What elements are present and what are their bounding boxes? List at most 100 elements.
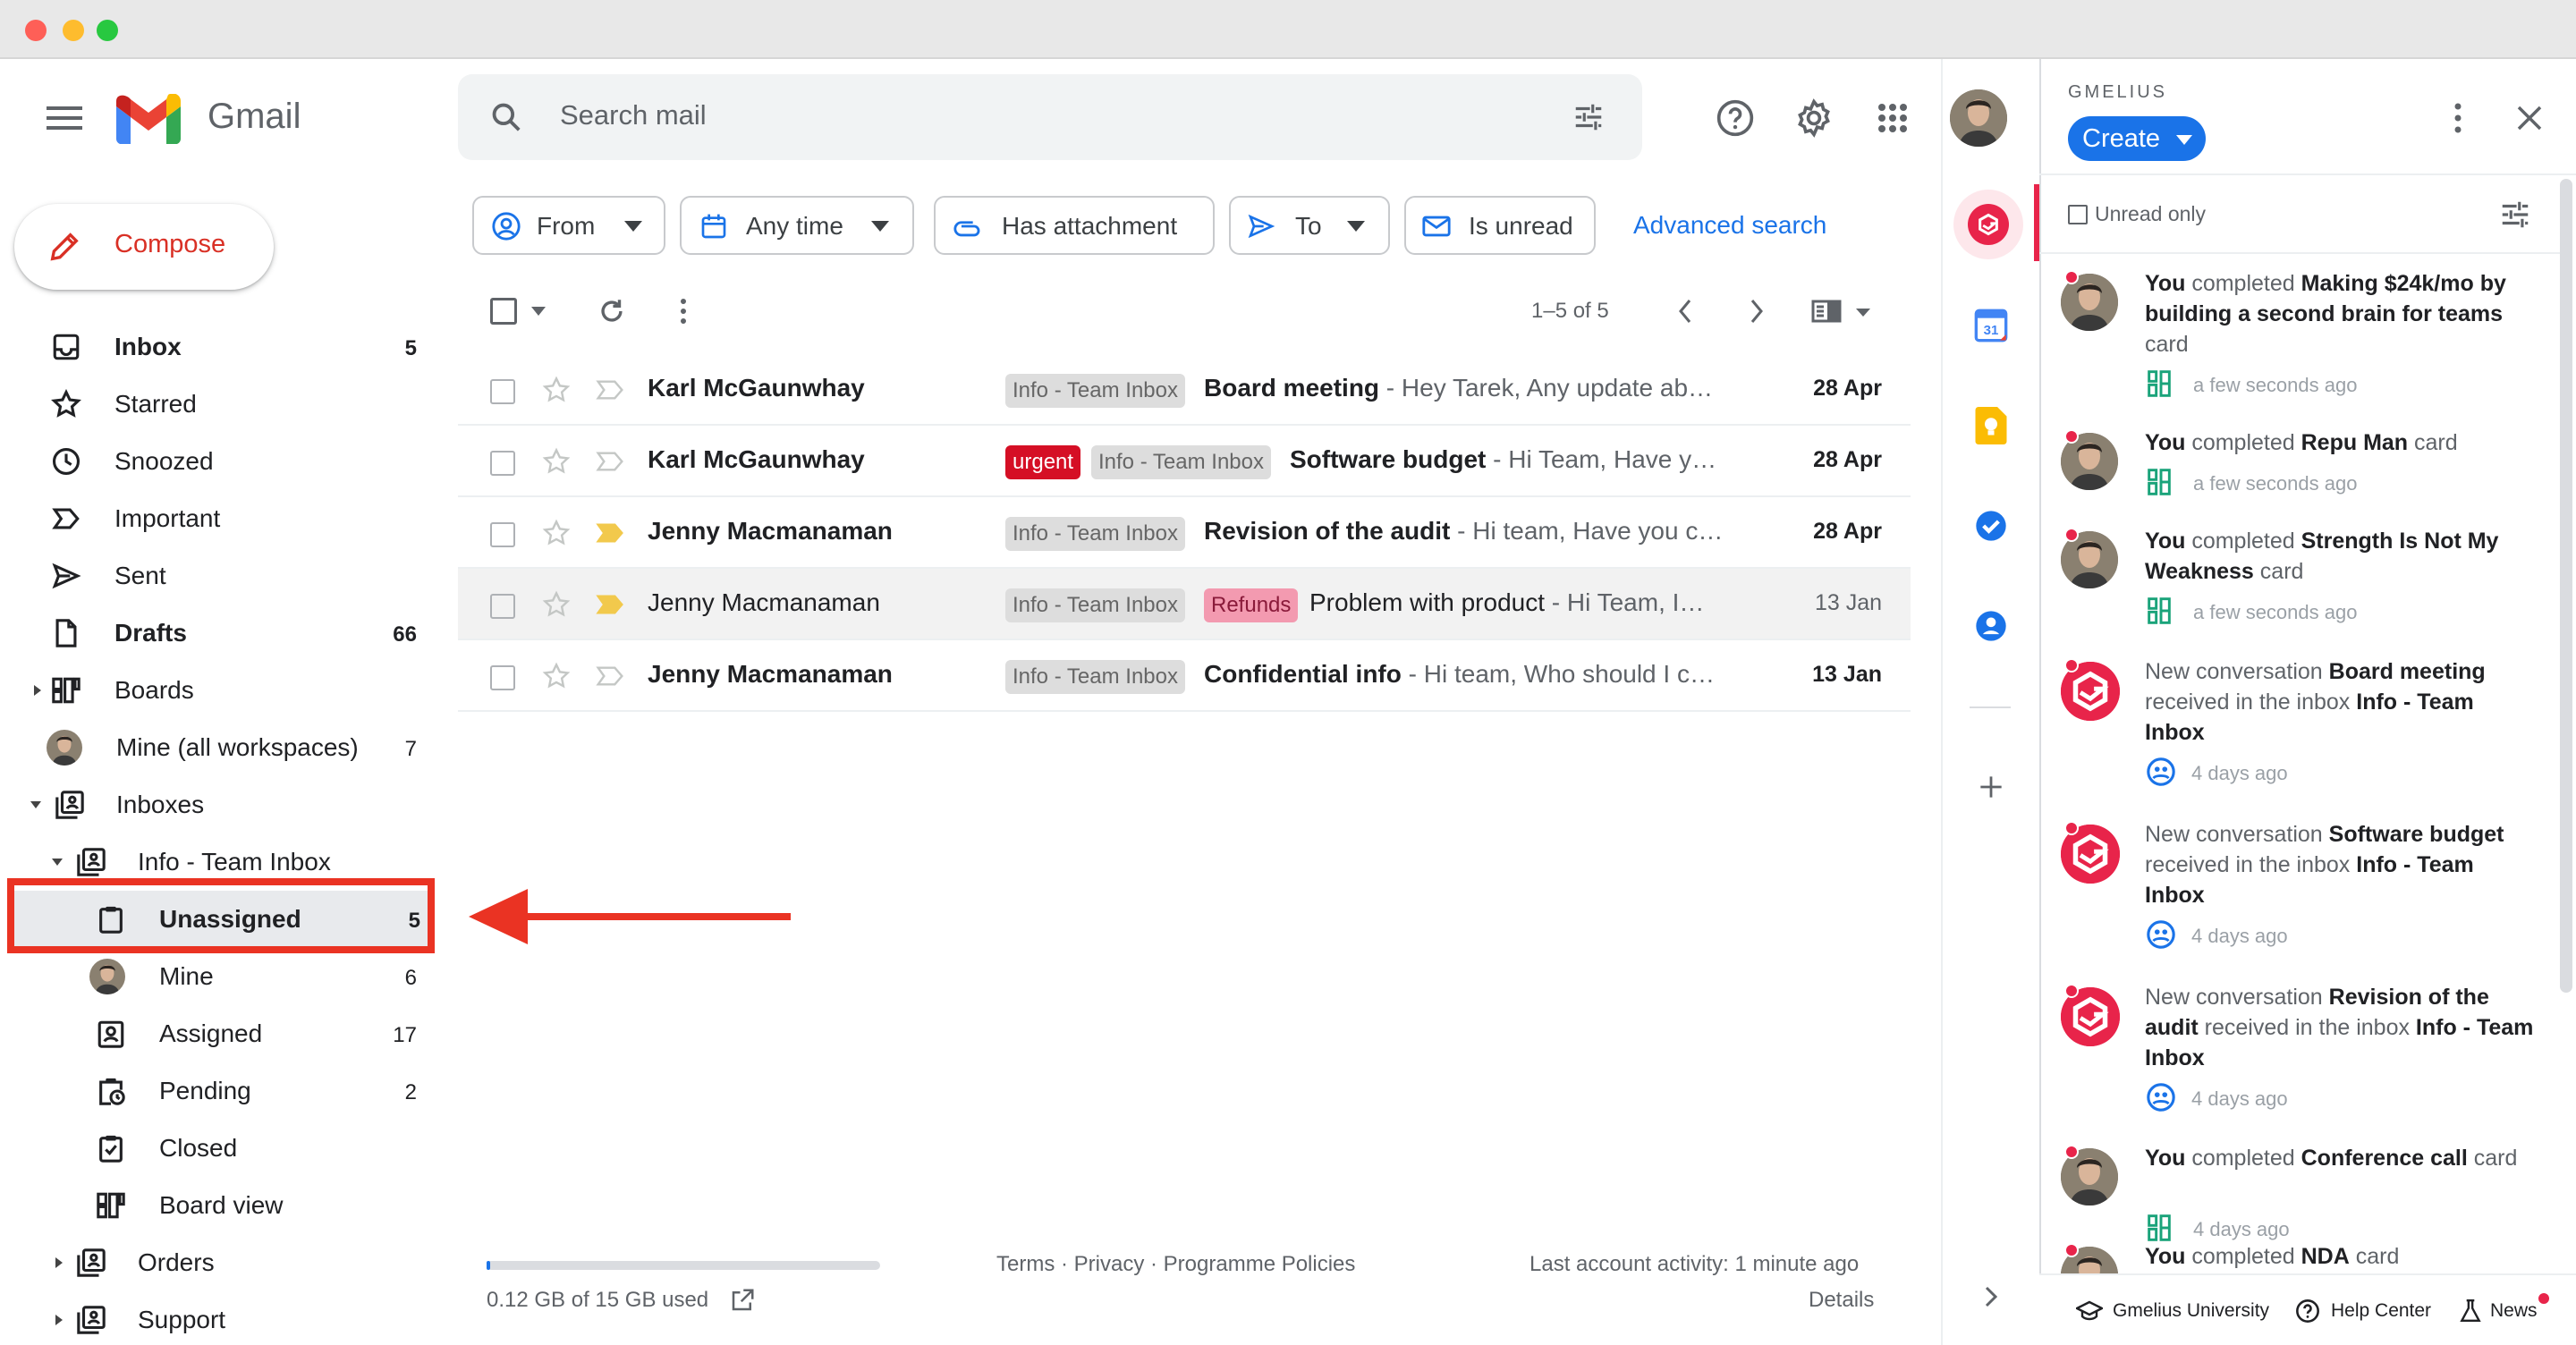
nav-item-assigned[interactable]: Assigned 17 [0, 1005, 438, 1062]
nav-item-pending[interactable]: Pending 2 [0, 1062, 438, 1120]
nav-item-inboxes[interactable]: Inboxes [0, 776, 438, 833]
email-label-chip[interactable]: Info - Team Inbox [1005, 588, 1185, 622]
google-calendar-icon[interactable]: 31 [1971, 306, 2011, 345]
refresh-icon[interactable] [594, 293, 630, 329]
email-row[interactable]: Jenny Macmanaman Info - Team Inbox Confide… [458, 640, 1911, 712]
email-label-chip[interactable]: Refunds [1204, 588, 1299, 622]
nav-item-drafts[interactable]: Drafts 66 [0, 605, 438, 662]
minimize-window-button[interactable] [63, 20, 84, 41]
search-options-icon[interactable] [1571, 99, 1606, 135]
search-input[interactable]: Search mail [560, 99, 707, 131]
expand-arrow-icon[interactable] [30, 681, 45, 699]
unread-only-checkbox[interactable] [2068, 205, 2088, 224]
close-window-button[interactable] [25, 20, 47, 41]
email-label-chip[interactable]: Info - Team Inbox [1005, 660, 1185, 694]
search-bar[interactable]: Search mail [458, 74, 1642, 160]
filter-from-chip[interactable]: From [472, 196, 665, 255]
settings-gear-icon[interactable] [1792, 97, 1835, 140]
google-contacts-icon[interactable] [1971, 606, 2011, 646]
activity-text: You completed NDA card [2145, 1241, 2538, 1272]
email-date: 13 Jan [1812, 662, 1882, 687]
email-row[interactable]: Jenny Macmanaman Info - Team Inbox Refunds… [458, 569, 1911, 640]
more-vert-icon[interactable] [665, 293, 701, 329]
collapse-arrow-icon[interactable] [29, 796, 43, 814]
nav-item-support[interactable]: Support [0, 1291, 438, 1345]
activity-verb: completed [2185, 1244, 2301, 1269]
split-pane-toggle-icon[interactable] [1810, 293, 1875, 329]
star-icon[interactable] [540, 374, 572, 406]
feed-filter-icon[interactable] [2496, 195, 2535, 234]
filter-has-attachment-chip[interactable]: Has attachment [934, 196, 1215, 255]
nav-item-sent[interactable]: Sent [0, 547, 438, 605]
compose-button[interactable]: Compose [14, 204, 274, 290]
send-icon [1245, 210, 1277, 242]
importance-marker-icon[interactable] [594, 517, 626, 549]
email-row[interactable]: Jenny Macmanaman Info - Team Inbox Revisio… [458, 497, 1911, 569]
news-link[interactable]: News [2490, 1300, 2538, 1322]
nav-item-important[interactable]: Important [0, 490, 438, 547]
nav-item-inbox[interactable]: Inbox 5 [0, 318, 438, 376]
nav-item-boards[interactable]: Boards [0, 662, 438, 719]
email-label-chip[interactable]: urgent [1005, 445, 1081, 479]
unread-dot [2064, 984, 2079, 998]
nav-item-starred[interactable]: Starred [0, 376, 438, 433]
nav-item-mine[interactable]: Mine 6 [0, 948, 438, 1005]
maximize-window-button[interactable] [97, 20, 118, 41]
gmail-logo-icon[interactable] [114, 93, 182, 145]
advanced-search-link[interactable]: Advanced search [1633, 211, 1826, 240]
filter-any-time-chip[interactable]: Any time [680, 196, 914, 255]
email-label-chip[interactable]: Info - Team Inbox [1005, 517, 1185, 551]
email-label-chip[interactable]: Info - Team Inbox [1091, 445, 1271, 479]
select-dropdown-caret-icon[interactable] [528, 300, 549, 322]
nav-item-closed[interactable]: Closed [0, 1120, 438, 1177]
row-checkbox[interactable] [490, 594, 515, 619]
select-all-checkbox[interactable] [490, 298, 517, 325]
activity-time: 4 days ago [2191, 925, 2288, 947]
collapse-arrow-icon[interactable] [50, 853, 64, 871]
prev-page-icon[interactable] [1667, 293, 1703, 329]
create-button[interactable]: Create [2068, 116, 2206, 161]
nav-item-snoozed[interactable]: Snoozed [0, 433, 438, 490]
nav-item-orders[interactable]: Orders [0, 1234, 438, 1291]
importance-marker-icon[interactable] [594, 374, 626, 406]
expand-arrow-icon[interactable] [52, 1311, 66, 1329]
star-icon[interactable] [540, 517, 572, 549]
email-row[interactable]: Karl McGaunwhay urgent Info - Team Inbox So… [458, 426, 1911, 497]
activity-time: 4 days ago [2193, 1218, 2290, 1240]
email-row[interactable]: Karl McGaunwhay Info - Team Inbox Board me… [458, 354, 1911, 426]
footer-links[interactable]: Terms · Privacy · Programme Policies [996, 1252, 1355, 1277]
importance-marker-icon[interactable] [594, 445, 626, 478]
google-keep-icon[interactable] [1971, 406, 2011, 445]
filter-to-chip[interactable]: To [1229, 196, 1390, 255]
row-checkbox[interactable] [490, 522, 515, 547]
add-addon-icon[interactable] [1971, 767, 2011, 807]
help-center-link[interactable]: Help Center [2331, 1300, 2431, 1322]
google-tasks-icon[interactable] [1971, 506, 2011, 546]
nav-item-mine-all-workspaces[interactable]: Mine (all workspaces) 7 [0, 719, 438, 776]
help-icon[interactable] [1714, 97, 1757, 140]
next-page-icon[interactable] [1739, 293, 1775, 329]
importance-marker-icon[interactable] [594, 660, 626, 692]
account-avatar[interactable] [1950, 89, 2007, 147]
gmelius-university-link[interactable]: Gmelius University [2113, 1300, 2269, 1322]
row-checkbox[interactable] [490, 451, 515, 476]
close-panel-icon[interactable] [2510, 98, 2549, 138]
apps-grid-icon[interactable] [1871, 97, 1914, 140]
star-icon[interactable] [540, 660, 572, 692]
star-icon[interactable] [540, 588, 572, 621]
details-link[interactable]: Details [1809, 1288, 1874, 1313]
main-menu-icon[interactable] [41, 100, 88, 136]
search-icon[interactable] [488, 99, 524, 135]
expand-panel-chevron-icon[interactable] [1977, 1279, 2005, 1315]
email-label-chip[interactable]: Info - Team Inbox [1005, 374, 1185, 408]
panel-more-vert-icon[interactable] [2442, 98, 2474, 138]
panel-scrollbar[interactable] [2560, 179, 2572, 993]
row-checkbox[interactable] [490, 379, 515, 404]
expand-arrow-icon[interactable] [52, 1254, 66, 1272]
nav-item-board-view[interactable]: Board view [0, 1177, 438, 1234]
star-icon[interactable] [540, 445, 572, 478]
filter-is-unread-chip[interactable]: Is unread [1404, 196, 1596, 255]
row-checkbox[interactable] [490, 665, 515, 690]
open-in-new-icon[interactable] [726, 1284, 758, 1316]
importance-marker-icon[interactable] [594, 588, 626, 621]
